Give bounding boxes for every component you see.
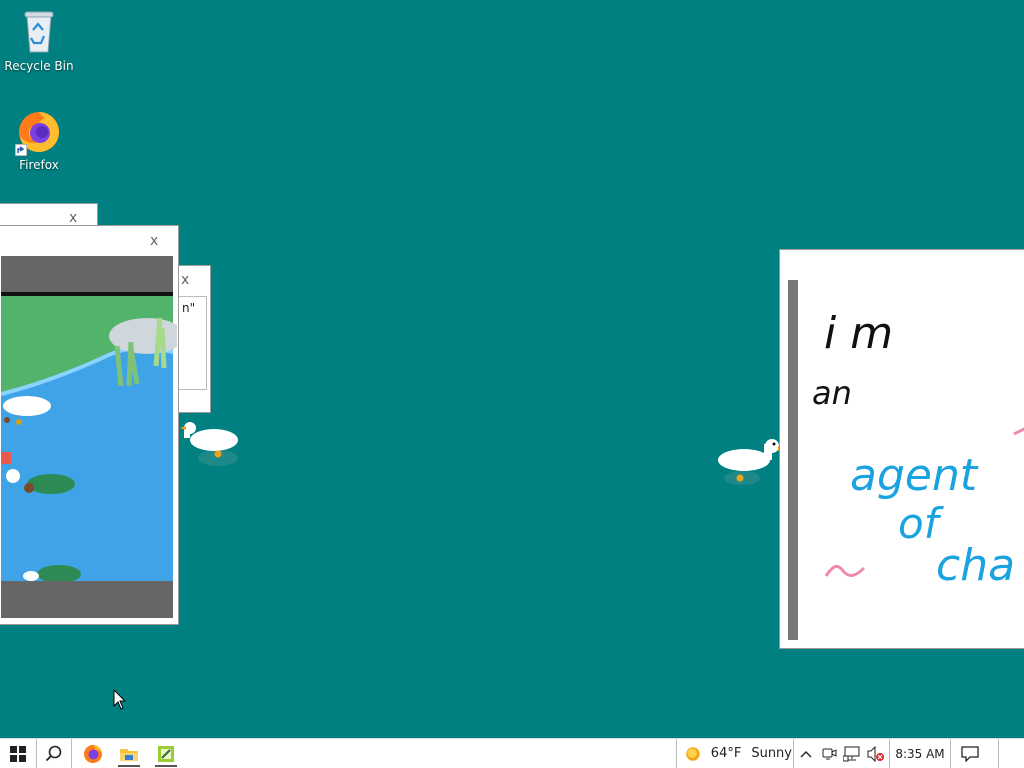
- weather-widget[interactable]: 64°F Sunny: [676, 739, 792, 768]
- pond-image-window[interactable]: x: [0, 225, 179, 625]
- show-desktop-button[interactable]: [998, 739, 1024, 768]
- shortcut-arrow-icon: [15, 144, 27, 156]
- clock-time: 8:35 AM: [895, 746, 945, 761]
- partial-text: n": [182, 301, 196, 315]
- mouse-cursor: [113, 689, 127, 710]
- sun-icon: [686, 746, 700, 761]
- action-center-icon: [961, 745, 979, 762]
- desktop-icon-firefox[interactable]: Firefox: [1, 108, 77, 172]
- pond-image: [1, 256, 177, 618]
- network-icon: [843, 746, 860, 761]
- close-button[interactable]: x: [69, 211, 77, 225]
- network-button[interactable]: [841, 739, 863, 768]
- active-indicator: [118, 765, 140, 767]
- notepad-drawing-window[interactable]: i m an agent of cha: [779, 249, 1024, 649]
- search-button[interactable]: [36, 739, 72, 768]
- weather-temp: 64°F: [710, 746, 742, 761]
- goose-left: [180, 422, 238, 466]
- start-button[interactable]: [0, 739, 36, 768]
- close-button[interactable]: x: [150, 234, 158, 248]
- goose-right: [718, 439, 784, 485]
- weather-condition: Sunny: [751, 746, 792, 761]
- meet-now-button[interactable]: [818, 739, 840, 768]
- notepad-icon: [158, 745, 174, 762]
- firefox-icon: [84, 744, 102, 763]
- close-button[interactable]: x: [181, 273, 189, 287]
- firefox-label: Firefox: [19, 158, 59, 172]
- search-icon: [45, 745, 62, 761]
- recycle-bin-label: Recycle Bin: [4, 59, 74, 73]
- desktop-icon-recycle-bin[interactable]: Recycle Bin: [1, 8, 77, 73]
- recycle-bin-icon: [24, 11, 54, 53]
- text-box[interactable]: n": [175, 296, 207, 390]
- line-an: an: [812, 374, 852, 412]
- handwriting-canvas: i m an agent of cha: [812, 308, 1024, 591]
- meet-now-icon: [822, 748, 837, 759]
- chevron-up-icon: [800, 750, 811, 757]
- clock-button[interactable]: 8:35 AM: [889, 739, 951, 768]
- line-cha: cha: [936, 540, 1015, 591]
- taskbar: 64°F Sunny 8:35 AM: [0, 738, 1024, 768]
- volume-button[interactable]: [864, 739, 888, 768]
- taskbar-app-file-explorer[interactable]: [114, 739, 144, 768]
- taskbar-app-notepad[interactable]: [151, 739, 181, 768]
- action-center-button[interactable]: [952, 739, 988, 768]
- taskbar-app-firefox[interactable]: [78, 739, 108, 768]
- line-agent: agent: [850, 450, 979, 501]
- line-i-m: i m: [824, 308, 893, 359]
- windows-start-icon: [10, 745, 26, 762]
- file-explorer-icon: [120, 748, 138, 761]
- show-hidden-icons-button[interactable]: [793, 739, 817, 768]
- active-indicator: [155, 765, 177, 767]
- volume-muted-icon: [867, 745, 884, 762]
- scrollbar[interactable]: [788, 280, 798, 640]
